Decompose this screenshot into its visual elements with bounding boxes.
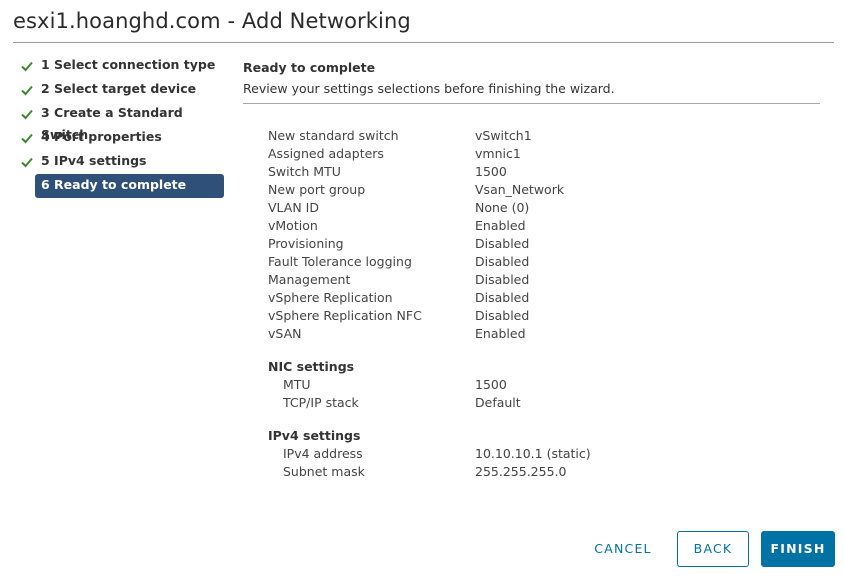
ipv4-label: Subnet mask bbox=[283, 464, 365, 479]
settings-summary: New standard switch vSwitch1 Assigned ada… bbox=[268, 127, 688, 481]
summary-value: Disabled bbox=[475, 254, 530, 269]
nic-label: TCP/IP stack bbox=[283, 395, 359, 410]
main-panel: Ready to complete Review your settings s… bbox=[243, 58, 820, 104]
step-select-connection-type[interactable]: 1 Select connection type bbox=[19, 54, 225, 78]
summary-value: vmnic1 bbox=[475, 146, 521, 161]
summary-label: Provisioning bbox=[268, 236, 344, 251]
ipv4-value: 10.10.10.1 (static) bbox=[475, 446, 591, 461]
panel-divider bbox=[243, 103, 820, 104]
summary-value: vSwitch1 bbox=[475, 128, 532, 143]
ipv4-row: Subnet mask 255.255.255.0 bbox=[268, 463, 688, 481]
summary-row: vSAN Enabled bbox=[268, 325, 688, 343]
summary-label: vSphere Replication NFC bbox=[268, 308, 422, 323]
summary-row: VLAN ID None (0) bbox=[268, 199, 688, 217]
finish-button[interactable]: FINISH bbox=[761, 531, 835, 567]
summary-row: vSphere Replication Disabled bbox=[268, 289, 688, 307]
step-label: 1 Select connection type bbox=[41, 57, 216, 72]
summary-label: Fault Tolerance logging bbox=[268, 254, 412, 269]
nic-value: Default bbox=[475, 395, 521, 410]
check-icon bbox=[21, 85, 33, 96]
panel-title: Ready to complete bbox=[243, 60, 376, 75]
summary-value: 1500 bbox=[475, 164, 507, 179]
cancel-button[interactable]: CANCEL bbox=[585, 531, 661, 567]
step-create-standard-switch[interactable]: 3 Create a Standard Switch bbox=[19, 102, 225, 142]
dialog-title: esxi1.hoanghd.com - Add Networking bbox=[13, 9, 411, 33]
summary-row: New port group Vsan_Network bbox=[268, 181, 688, 199]
nic-row: TCP/IP stack Default bbox=[268, 394, 688, 412]
ipv4-value: 255.255.255.0 bbox=[475, 464, 567, 479]
check-icon bbox=[21, 61, 33, 72]
summary-label: New standard switch bbox=[268, 128, 399, 143]
summary-value: Disabled bbox=[475, 290, 530, 305]
summary-value: Disabled bbox=[475, 272, 530, 287]
summary-label: New port group bbox=[268, 182, 366, 197]
summary-label: Assigned adapters bbox=[268, 146, 384, 161]
check-icon bbox=[21, 133, 33, 144]
summary-label: vSAN bbox=[268, 326, 302, 341]
summary-label: Switch MTU bbox=[268, 164, 341, 179]
summary-row: Assigned adapters vmnic1 bbox=[268, 145, 688, 163]
summary-value: None (0) bbox=[475, 200, 530, 215]
summary-label: vSphere Replication bbox=[268, 290, 393, 305]
panel-description: Review your settings selections before f… bbox=[243, 81, 615, 96]
step-label: 5 IPv4 settings bbox=[41, 153, 147, 168]
step-ready-to-complete[interactable]: 6 Ready to complete bbox=[35, 174, 224, 198]
summary-row: Management Disabled bbox=[268, 271, 688, 289]
step-label: 4 Port properties bbox=[41, 129, 162, 144]
summary-row: vMotion Enabled bbox=[268, 217, 688, 235]
summary-value: Disabled bbox=[475, 308, 530, 323]
back-button[interactable]: BACK bbox=[677, 531, 749, 567]
summary-label: vMotion bbox=[268, 218, 318, 233]
summary-value: Disabled bbox=[475, 236, 530, 251]
summary-row: New standard switch vSwitch1 bbox=[268, 127, 688, 145]
wizard-steps-nav: 1 Select connection type 2 Select target… bbox=[19, 54, 225, 198]
summary-row: Fault Tolerance logging Disabled bbox=[268, 253, 688, 271]
step-select-target-device[interactable]: 2 Select target device bbox=[19, 78, 225, 102]
step-port-properties[interactable]: 4 Port properties bbox=[19, 126, 225, 150]
ipv4-row: IPv4 address 10.10.10.1 (static) bbox=[268, 445, 688, 463]
step-label: 6 Ready to complete bbox=[41, 177, 187, 192]
step-ipv4-settings[interactable]: 5 IPv4 settings bbox=[19, 150, 225, 174]
check-icon bbox=[21, 157, 33, 168]
nic-label: MTU bbox=[283, 377, 311, 392]
summary-value: Enabled bbox=[475, 218, 526, 233]
nic-value: 1500 bbox=[475, 377, 507, 392]
summary-value: Enabled bbox=[475, 326, 526, 341]
summary-value: Vsan_Network bbox=[475, 182, 565, 197]
title-divider bbox=[13, 42, 834, 43]
nic-settings-heading: NIC settings bbox=[268, 359, 355, 374]
check-icon bbox=[21, 109, 33, 120]
ipv4-settings-heading: IPv4 settings bbox=[268, 428, 361, 443]
summary-label: Management bbox=[268, 272, 351, 287]
summary-label: VLAN ID bbox=[268, 200, 319, 215]
summary-row: vSphere Replication NFC Disabled bbox=[268, 307, 688, 325]
summary-row: Switch MTU 1500 bbox=[268, 163, 688, 181]
step-label: 2 Select target device bbox=[41, 81, 197, 96]
ipv4-label: IPv4 address bbox=[283, 446, 363, 461]
summary-row: Provisioning Disabled bbox=[268, 235, 688, 253]
nic-row: MTU 1500 bbox=[268, 376, 688, 394]
